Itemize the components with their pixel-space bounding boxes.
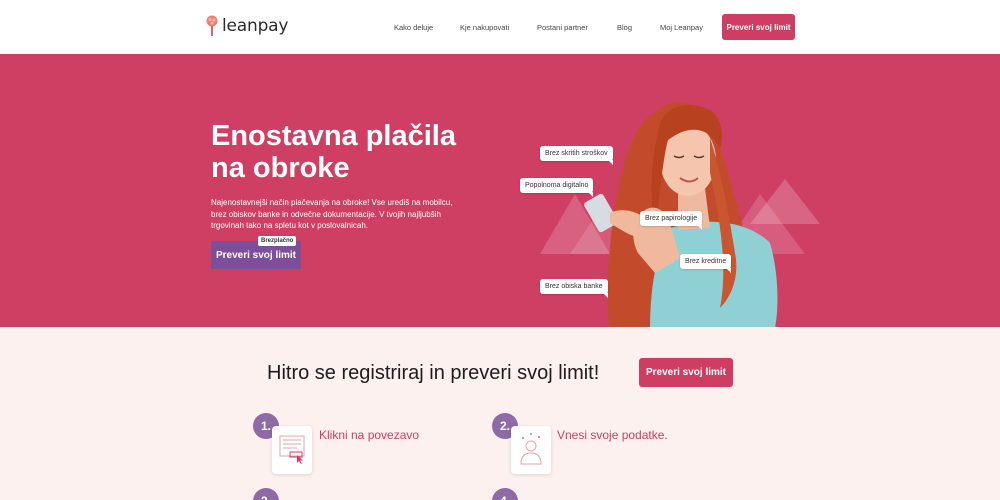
hero-description-line: brez obiskov banke in odvečne dokumentac… — [211, 209, 441, 219]
feature-bubble: Brez kreditne — [680, 254, 732, 273]
nav-item-kje-nakupovati[interactable]: Kje nakupovati — [460, 23, 509, 32]
feature-bubble: Brez skritih stroškov — [540, 146, 613, 165]
nav-item-moj-leanpay[interactable]: Moj Leanpay — [660, 23, 703, 32]
step-card-1 — [272, 426, 312, 474]
hero-section: Enostavna plačila na obroke Najenostavne… — [0, 54, 1000, 327]
logo[interactable]: leanpay — [205, 15, 288, 37]
step-label-1: Klikni na povezavo — [319, 428, 420, 442]
nav-item-postani-partner[interactable]: Postani partner — [537, 23, 588, 32]
site-header: leanpay Kako deluje Kje nakupovati Posta… — [0, 0, 1000, 54]
step-label-2: Vnesi svoje podatke. — [557, 428, 668, 442]
step-card-2 — [511, 426, 551, 474]
nav-item-blog[interactable]: Blog — [617, 23, 632, 32]
feature-bubble: Brez obiska banke — [540, 279, 608, 298]
brand-name: leanpay — [222, 16, 289, 36]
leanpay-logo-icon — [205, 15, 219, 37]
hero-title: Enostavna plačila na obroke — [211, 120, 511, 184]
step-number-3: 3. — [253, 488, 279, 500]
feature-bubble: Popolnoma digitalno — [520, 178, 594, 197]
hero-title-line: Enostavna plačila — [211, 120, 456, 152]
hero-description-line: Najenostavnejši način plačevanja na obro… — [211, 198, 453, 207]
step-number-4: 4. — [492, 488, 518, 500]
hero-title-line: na obroke — [211, 152, 350, 184]
user-profile-icon — [520, 433, 542, 465]
feature-bubble: Brez papirologije — [640, 211, 703, 230]
free-badge: Brezplačno — [258, 236, 297, 246]
form-click-icon — [279, 435, 305, 464]
nav-item-kako-deluje[interactable]: Kako deluje — [394, 23, 433, 32]
hero-description: Najenostavnejši način plačevanja na obro… — [211, 197, 471, 232]
register-check-limit-button[interactable]: Preveri svoj limit — [639, 358, 733, 387]
hero-description-line: trgovinah tako na spletu kot v poslovaln… — [211, 221, 368, 230]
header-check-limit-button[interactable]: Preveri svoj limit — [722, 14, 795, 40]
register-section-title: Hitro se registriraj in preveri svoj lim… — [267, 362, 600, 384]
